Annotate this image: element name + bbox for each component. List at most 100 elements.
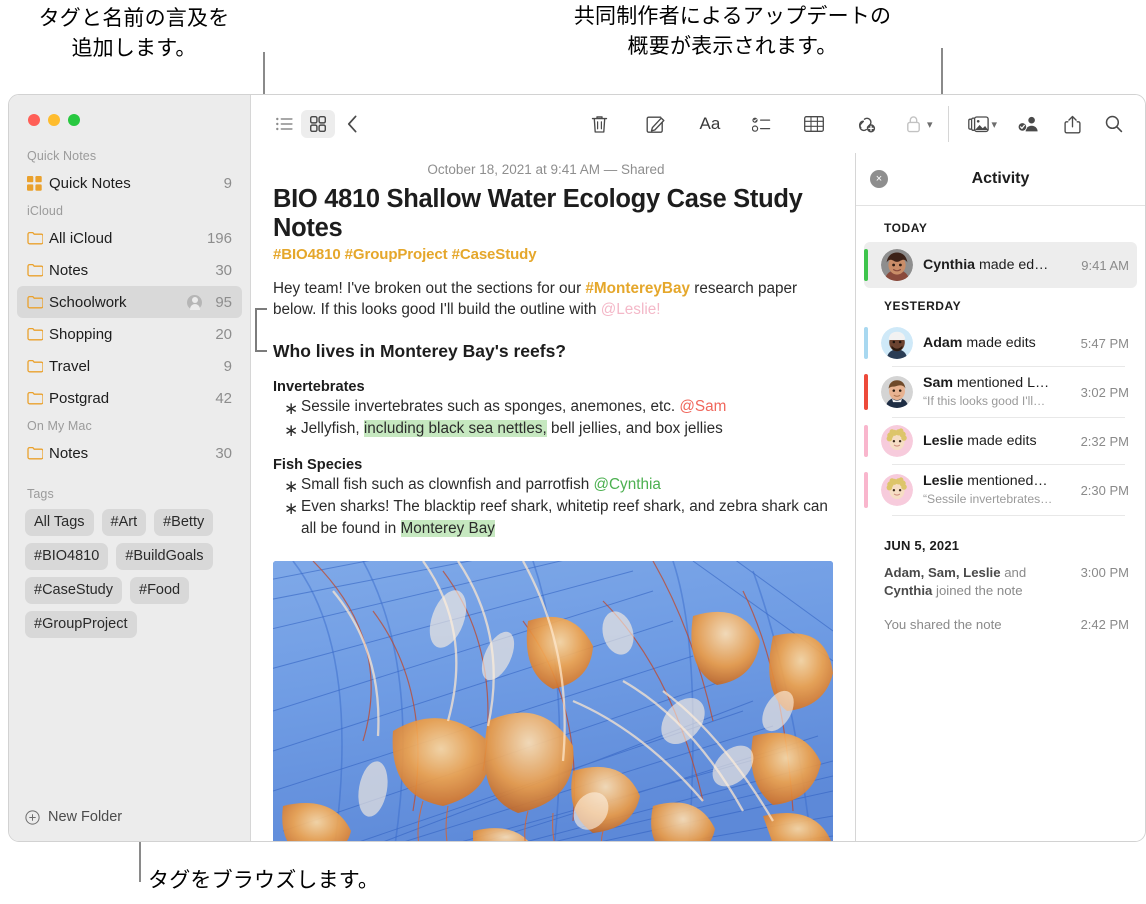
mention-cynthia[interactable]: @Cynthia	[593, 476, 660, 493]
note-section-heading: Who lives in Monterey Bay's reefs?	[273, 341, 566, 362]
sidebar-item-label: Travel	[49, 357, 91, 375]
tag-chip-buildgoals[interactable]: #BuildGoals	[116, 543, 213, 570]
trash-icon[interactable]	[583, 110, 617, 138]
sidebar-item-notes-icloud[interactable]: Notes 30	[17, 254, 242, 286]
sidebar-scroll-area[interactable]: Quick Notes Quick Notes 9 iCloud All iCl…	[9, 126, 250, 809]
share-people-icon[interactable]	[1011, 110, 1045, 138]
sidebar-item-postgrad[interactable]: Postgrad 42	[17, 382, 242, 414]
activity-color-bar	[864, 327, 868, 359]
share-icon[interactable]	[1055, 110, 1089, 138]
activity-line: Leslie mentioned…	[923, 473, 1048, 489]
activity-row-adam[interactable]: Adam made edits 5:47 PM	[864, 320, 1137, 366]
activity-line: Leslie made edits	[923, 433, 1037, 449]
sidebar-item-count: 30	[215, 261, 232, 279]
activity-quote: “Sessile invertebrates…	[923, 492, 1053, 506]
activity-day-label: TODAY	[884, 221, 928, 235]
activity-line: Adam made edits	[923, 335, 1036, 351]
activity-action: mentioned…	[963, 473, 1048, 489]
sidebar-item-quick-notes[interactable]: Quick Notes 9	[17, 167, 242, 199]
tag-chip-food[interactable]: #Food	[130, 577, 190, 604]
list-view-icon[interactable]	[267, 110, 301, 138]
avatar	[881, 425, 913, 457]
activity-time: 2:42 PM	[1080, 616, 1129, 632]
new-folder-button[interactable]: New Folder	[9, 809, 250, 841]
avatar	[881, 249, 913, 281]
activity-joined-tail: joined the note	[932, 582, 1023, 598]
activity-quote: “If this looks good I'll…	[923, 394, 1046, 408]
search-icon[interactable]	[1097, 110, 1131, 138]
sidebar: Quick Notes Quick Notes 9 iCloud All iCl…	[9, 95, 251, 841]
activity-text: Adam made edits	[923, 334, 1073, 352]
quick-notes-icon	[27, 175, 49, 191]
note-title: BIO 4810 Shallow Water Ecology Case Stud…	[273, 185, 803, 243]
mention-sam[interactable]: @Sam	[679, 398, 726, 415]
add-link-icon[interactable]	[849, 110, 883, 138]
lock-chevron-down-icon[interactable]: ▾	[927, 118, 933, 131]
list-item: Small fish such as clownfish and parrotf…	[273, 474, 831, 499]
tag-browser: All Tags #Art #Betty #BIO4810 #BuildGoal…	[9, 505, 250, 638]
tag-chip-betty[interactable]: #Betty	[154, 509, 214, 536]
note-subheading-invertebrates: Invertebrates	[273, 379, 365, 396]
sidebar-item-schoolwork[interactable]: Schoolwork 95	[17, 286, 242, 318]
activity-actor-name: Adam	[923, 335, 963, 351]
list-item: Jellyfish, including black sea nettles, …	[273, 418, 831, 443]
jellyfish-photo[interactable]	[273, 561, 833, 841]
zoom-window-button[interactable]	[68, 114, 80, 126]
sidebar-section-header-tags: Tags	[27, 487, 54, 501]
activity-row-leslie-edits[interactable]: Leslie made edits 2:32 PM	[864, 418, 1137, 464]
activity-actor-name: Leslie	[923, 433, 964, 449]
callout-tags-and-mentions: タグと名前の言及を 追加します。	[38, 6, 230, 60]
activity-row-sam[interactable]: Sam mentioned L… “If this looks good I'l…	[864, 367, 1137, 417]
tag-chip-art[interactable]: #Art	[101, 509, 147, 536]
minimize-window-button[interactable]	[48, 114, 60, 126]
highlighted-text: including black sea nettles,	[363, 420, 547, 438]
list-item-text: Even sharks! The blacktip reef shark, wh…	[301, 498, 828, 538]
activity-row-cynthia[interactable]: Cynthia made ed… 9:41 AM	[864, 242, 1137, 288]
media-icon[interactable]	[961, 110, 995, 138]
checklist-icon[interactable]	[745, 110, 779, 138]
sidebar-item-count: 30	[215, 444, 232, 462]
activity-list[interactable]: TODAY Cynthia made ed… 9:41 AM YESTERDAY…	[856, 206, 1145, 841]
sidebar-item-shopping[interactable]: Shopping 20	[17, 318, 242, 350]
note-date: October 18, 2021 at 9:41 AM — Shared	[427, 162, 665, 177]
collaboration-change-marker	[255, 308, 267, 352]
folder-icon	[27, 263, 49, 277]
activity-text: Cynthia made ed…	[923, 256, 1073, 274]
activity-actor-name: Leslie	[923, 473, 964, 489]
close-window-button[interactable]	[28, 114, 40, 126]
back-chevron-icon[interactable]	[335, 110, 369, 138]
window-traffic-lights	[9, 95, 250, 126]
mention-leslie[interactable]: @Leslie!	[601, 301, 661, 318]
tag-chip-casestudy[interactable]: #CaseStudy	[25, 577, 122, 604]
activity-names-last: Cynthia	[884, 582, 933, 598]
tag-chip-bio4810[interactable]: #BIO4810	[25, 543, 109, 570]
gallery-view-icon[interactable]	[301, 110, 335, 138]
activity-time: 5:47 PM	[1080, 335, 1129, 351]
lock-icon[interactable]	[897, 110, 931, 138]
sidebar-item-travel[interactable]: Travel 9	[17, 350, 242, 382]
sidebar-item-count: 95	[215, 293, 232, 311]
hashtag-montereybay[interactable]: #MontereyBay	[585, 280, 690, 297]
sidebar-item-count: 9	[223, 174, 232, 192]
note-editor[interactable]: October 18, 2021 at 9:41 AM — Shared BIO…	[251, 153, 855, 841]
folder-icon	[27, 359, 49, 373]
avatar	[881, 474, 913, 506]
sidebar-section-header: iCloud	[27, 204, 64, 218]
compose-icon[interactable]	[639, 110, 673, 138]
tag-chip-groupproject[interactable]: #GroupProject	[25, 611, 137, 638]
sidebar-item-all-icloud[interactable]: All iCloud 196	[17, 222, 242, 254]
table-icon[interactable]	[797, 110, 831, 138]
toolbar: Aa ▾ ▾	[251, 95, 1145, 153]
list-item-text: Sessile invertebrates such as sponges, a…	[301, 398, 680, 416]
tag-chip-all-tags[interactable]: All Tags	[25, 509, 94, 536]
activity-text: Leslie mentioned… “Sessile invertebrates…	[923, 472, 1073, 508]
paragraph-text-1: Hey team! I've broken out the sections f…	[273, 279, 586, 297]
media-chevron-down-icon[interactable]: ▾	[991, 118, 997, 131]
format-aa-icon[interactable]: Aa	[693, 110, 727, 138]
note-subheading-fish-species: Fish Species	[273, 457, 363, 474]
activity-row-leslie-mention[interactable]: Leslie mentioned… “Sessile invertebrates…	[864, 465, 1137, 515]
toolbar-separator	[948, 106, 950, 142]
close-icon[interactable]: ×	[870, 170, 888, 188]
shared-folder-icon	[187, 294, 203, 310]
sidebar-item-notes-onmymac[interactable]: Notes 30	[17, 437, 242, 469]
